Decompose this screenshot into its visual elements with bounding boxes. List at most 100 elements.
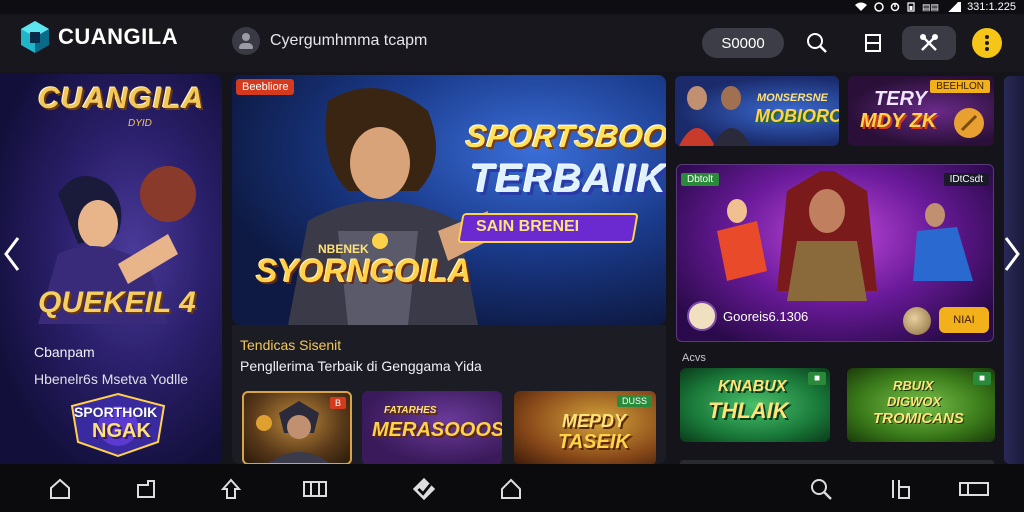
left-promo-caption-2: Hbenelr6s Msetva Yodlle — [34, 371, 189, 387]
nav-menu[interactable] — [888, 476, 914, 502]
menu-icon — [892, 480, 910, 499]
hero-logo: SYORNGOILA — [256, 253, 472, 289]
game-card-top-right[interactable]: BEEHLON TERY MDY ZK — [848, 76, 994, 146]
search-icon — [811, 479, 832, 500]
card-title: MOBIORO — [755, 106, 839, 126]
casino-icon — [303, 481, 327, 497]
header-tools-button[interactable] — [902, 26, 956, 60]
card-title-small: TERY — [874, 88, 927, 110]
carousel-prev-button[interactable] — [2, 236, 22, 272]
game-card-top-left[interactable]: MONSERSNE MOBIORO — [675, 76, 839, 146]
card-title: TROMICANS — [873, 410, 964, 427]
featured-game-card[interactable]: Dbtolt IDtCsdt Gooreis6.1306 NIAI — [676, 164, 994, 342]
trending-game-card[interactable]: FATARHES MERASOOOS — [362, 391, 502, 464]
app-logo[interactable]: CUANGILA — [20, 20, 178, 54]
trending-section: Tendicas Sisenit Pengllerima Terbaik di … — [232, 325, 666, 464]
wallet-icon — [959, 482, 989, 496]
hero-line-1: SPORTSBOOK — [464, 119, 666, 154]
nav-wallet[interactable] — [958, 476, 990, 502]
card-title-small: RBUIX — [893, 378, 934, 393]
card-tag: ■ — [972, 372, 991, 385]
alarm-icon — [874, 2, 884, 12]
nav-history[interactable] — [498, 476, 524, 502]
data-icon: ▤▤ — [922, 1, 940, 12]
tools-icon — [920, 34, 938, 51]
sync-icon — [890, 2, 900, 12]
top-app-bar: CUANGILA Cyergumhmma tcapm S0000 — [0, 14, 1024, 72]
nav-casino[interactable] — [302, 476, 328, 502]
search-icon — [807, 33, 827, 53]
home-icon — [50, 478, 70, 499]
main-content: CUANGILA DYID QUEKEIL 4 Cbanpam Hbenelr6… — [0, 72, 1024, 464]
wifi-icon — [855, 2, 868, 11]
provider-name: Gooreis6.1306 — [723, 308, 809, 324]
list-icon — [865, 34, 881, 52]
trending-game-card[interactable]: B — [242, 391, 352, 464]
left-promo-brand: CUANGILA — [38, 82, 205, 115]
hero-banner[interactable]: Beebliore SPORTSBOOK TERBAIIK SAIN BRENE… — [232, 75, 666, 325]
game-card-bottom-right[interactable]: ■ RBUIX DIGWOX TROMICANS — [847, 368, 995, 442]
coin-icon — [954, 108, 984, 138]
balance-button[interactable]: S0000 — [702, 28, 784, 58]
profile-chip[interactable]: Cyergumhmma tcapm — [232, 27, 427, 55]
left-promo-badge-line-1: SPORTHOIK — [74, 404, 158, 420]
left-promo-caption-1: Cbanpam — [34, 344, 95, 360]
left-promo-brand-sub: DYID — [128, 118, 152, 129]
card-title: MDY ZK — [860, 110, 937, 132]
nav-promo[interactable] — [218, 476, 244, 502]
header-list-button[interactable] — [856, 26, 890, 60]
coin-icon — [903, 307, 931, 335]
header-more-button[interactable] — [972, 28, 1002, 58]
trending-game-card[interactable]: DUSS MEPDY TASEIK — [514, 391, 656, 464]
card-title-small: MONSERSNE — [757, 92, 828, 104]
more-icon — [985, 35, 989, 51]
hero-line-2: TERBAIIK — [470, 157, 666, 201]
featured-play-button[interactable]: NIAI — [939, 307, 989, 333]
profile-name: Cyergumhmma tcapm — [270, 32, 428, 49]
hero-tag: Beebliore — [236, 79, 295, 95]
nav-sports[interactable] — [133, 476, 159, 502]
card-tag: ■ — [807, 372, 826, 385]
section-label: Acvs — [682, 352, 706, 364]
featured-provider: Gooreis6.1306 — [687, 301, 808, 331]
game-title-small: MEPDY — [562, 411, 627, 431]
card-tag: BEEHLON — [930, 80, 990, 93]
left-promo-card[interactable]: CUANGILA DYID QUEKEIL 4 Cbanpam Hbenelr6… — [0, 74, 222, 464]
avatar-icon — [232, 27, 260, 55]
hero-ribbon-text: SAIN BRENEI — [476, 218, 580, 235]
trending-title: Tendicas Sisenit — [240, 337, 342, 353]
logo-cube-icon — [21, 21, 49, 53]
provider-logo-icon — [687, 301, 717, 331]
game-card-bottom-left[interactable]: ■ KNABUX THLAIK — [680, 368, 830, 442]
promo-icon — [220, 478, 242, 499]
game-title: MERASOOOS — [372, 419, 502, 441]
trending-description: Pengllerima Terbaik di Genggama Yida — [240, 358, 482, 374]
app-root: ▤▤ 331:1.225 CUANGILA Cyergumhmma tcapm … — [0, 0, 1024, 512]
nav-bet-slip[interactable] — [411, 476, 437, 502]
status-icons: ▤▤ 331:1.225 — [854, 0, 1016, 14]
nav-search[interactable] — [808, 476, 834, 502]
nav-home[interactable] — [47, 476, 73, 502]
battery-icon — [907, 2, 915, 12]
left-promo-headline: QUEKEIL 4 — [38, 286, 196, 319]
featured-characters-image — [717, 171, 973, 301]
sports-icon — [137, 480, 155, 498]
game-title-small: FATARHES — [384, 405, 437, 416]
carousel-next-button[interactable] — [1002, 236, 1022, 272]
card-title-mid: DIGWOX — [887, 394, 942, 409]
game-tag: DUSS — [616, 395, 652, 407]
signal-icon — [945, 2, 962, 12]
left-promo-badge-line-2: NGAK — [92, 420, 151, 442]
status-bar: ▤▤ 331:1.225 — [0, 0, 1024, 14]
players-image — [679, 86, 751, 146]
game-title: TASEIK — [558, 431, 630, 453]
header-search-button[interactable] — [800, 26, 834, 60]
clock-text: 331:1.225 — [967, 1, 1016, 13]
history-icon — [501, 478, 521, 499]
card-title: THLAIK — [708, 398, 789, 423]
bottom-navigation — [0, 464, 1024, 512]
card-title-small: KNABUX — [718, 378, 787, 395]
bet-slip-icon — [412, 477, 436, 501]
game-tag: B — [329, 397, 346, 409]
logo-text: CUANGILA — [58, 24, 179, 49]
